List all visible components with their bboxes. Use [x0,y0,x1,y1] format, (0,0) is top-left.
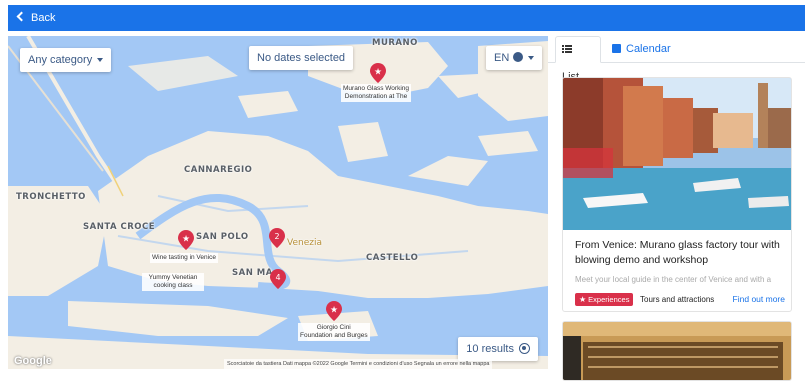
card-image-2[interactable] [563,322,792,381]
date-filter-label: No dates selected [257,52,346,64]
card-title[interactable]: From Venice: Murano glass factory tour w… [575,238,785,268]
map-attribution[interactable]: Scorciatoie da tastiera Dati mappa ©2022… [224,359,493,369]
activity-card[interactable]: From Venice: Murano glass factory tour w… [562,77,792,312]
place-label-murano: MURANO [372,38,418,48]
map-canvas[interactable] [8,36,548,369]
svg-text:★: ★ [374,68,382,78]
tab-calendar[interactable]: Calendar [606,36,677,63]
map-pin-cluster[interactable]: 2 [269,228,285,248]
globe-icon [513,52,524,63]
results-label: 10 results [466,343,514,355]
card-footer: ★ Experiences Tours and attractions Find … [575,293,785,307]
pin-label-text: Giorgio Cini Foundation and Burges [300,324,368,339]
svg-text:★: ★ [330,306,338,316]
pin-label-text: Murano Glass Working Demonstration at Th… [343,85,409,100]
calendar-icon [612,43,621,53]
category-badge: ★ Experiences [575,293,634,306]
pin-label-giorgio-cini: Giorgio Cini Foundation and Burges [298,323,370,341]
category-dropdown[interactable]: Any category [20,48,112,72]
results-panel: List Calendar From Venice: Murano glass … [548,36,805,381]
view-tabs: List Calendar [548,36,805,83]
date-filter-button[interactable]: No dates selected [249,46,354,70]
map-pin-cluster[interactable]: 4 [270,269,286,289]
back-label: Back [31,12,56,24]
tab-calendar-label: Calendar [626,43,671,55]
card-description: Meet your local guide in the center of V… [575,275,772,284]
sub-category: Tours and attractions [640,295,715,304]
pin-label-murano-glass: Murano Glass Working Demonstration at Th… [341,84,411,102]
cluster-count: 2 [274,232,279,241]
place-label-san-polo: SAN POLO [196,232,249,242]
pin-label-text: Yummy Venetian cooking class [148,274,198,289]
badge-label: Experiences [588,295,630,304]
map-pin-star[interactable]: ★ [370,63,386,83]
svg-text:★: ★ [182,235,190,245]
place-label-tronchetto: TRONCHETTO [16,192,86,202]
pin-label-wine-tasting: Wine tasting in Venice [150,253,218,263]
category-dropdown-label: Any category [28,54,93,66]
language-label: EN [494,52,510,64]
pin-label-cooking-class: Yummy Venetian cooking class [142,273,204,291]
cluster-count: 4 [275,273,280,282]
back-button[interactable]: Back [8,5,805,31]
list-icon [562,45,572,54]
map-pin-star[interactable]: ★ [326,301,342,321]
find-out-more-link[interactable]: Find out more [733,293,785,306]
google-logo: Google [14,355,52,367]
map[interactable]: Any category No dates selected EN MURANO… [8,36,548,369]
results-button[interactable]: 10 results [458,337,538,361]
star-icon: ★ [579,295,587,304]
map-pin-star[interactable]: ★ [178,230,194,250]
activity-card-2[interactable] [562,321,792,381]
card-image[interactable] [563,78,792,230]
language-dropdown[interactable]: EN [486,46,543,70]
locate-icon [519,342,530,354]
tab-list[interactable]: List [555,36,601,83]
place-label-santa-croce: SANTA CROCE [83,222,156,232]
chevron-left-icon [16,11,27,22]
place-label-castello: CASTELLO [366,253,419,263]
place-label-cannaregio: CANNAREGIO [184,165,253,175]
caret-down-icon [97,58,104,63]
caret-down-icon [528,56,535,61]
place-label-venezia: Venezia [287,238,322,248]
top-bar: Back [0,0,805,32]
place-label-san-marco: SAN MA [232,268,273,278]
